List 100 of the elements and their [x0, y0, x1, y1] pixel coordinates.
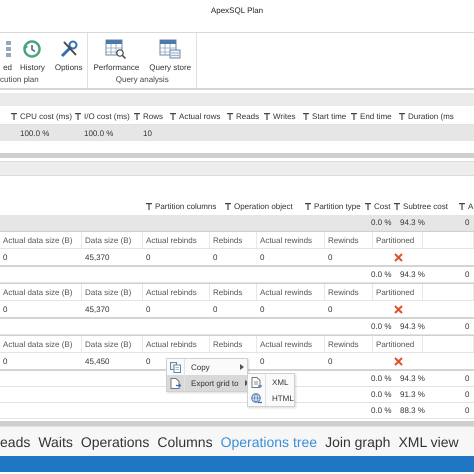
table-cell: 0	[328, 252, 332, 262]
column-header: Actual rewinds	[257, 232, 325, 248]
filter-icon	[351, 112, 357, 120]
menu-item[interactable]: HTML	[248, 390, 294, 406]
menu-item[interactable]: XML	[248, 374, 294, 390]
table-cell: 45,450	[85, 356, 110, 366]
table-cell: 0	[260, 252, 264, 262]
tab[interactable]: Operations	[80, 434, 150, 450]
column-header[interactable]: Writes	[261, 112, 300, 120]
column-header[interactable]: A	[456, 202, 474, 211]
table-cell: 0	[328, 304, 332, 314]
window-title: ApexSQL Plan	[210, 6, 264, 15]
column-header: Actual data size (B)	[0, 284, 82, 300]
ribbon-button[interactable]: Options	[52, 33, 84, 75]
filter-icon	[11, 112, 17, 120]
column-header: Actual rewinds	[257, 336, 325, 352]
menu-item[interactable]: Export grid to	[167, 375, 247, 391]
group-label: cution plan	[0, 75, 40, 84]
column-header[interactable]: Actual rows	[167, 112, 224, 120]
table-cell: 0	[146, 304, 150, 314]
filter-icon	[227, 112, 233, 120]
column-header: Actual data size (B)	[0, 232, 82, 248]
table-row[interactable]: 0.0 % 94.3 % 0	[0, 215, 474, 231]
document-arrow-icon	[170, 378, 181, 388]
tab[interactable]: Waits	[38, 434, 73, 450]
table-cell: 0	[213, 304, 218, 314]
table-row[interactable]: 0.0 % 94.3 % 0	[0, 319, 474, 335]
column-header: Partitioned	[373, 284, 423, 300]
table-cell: 0	[328, 356, 332, 366]
ribbon-button[interactable]: ed	[0, 33, 12, 75]
table-cell-text: 0.0 %	[370, 374, 391, 383]
filter-icon	[146, 203, 152, 210]
table-cell: 0	[3, 252, 8, 262]
table-cell-text: 0.0 %	[370, 218, 391, 227]
column-header[interactable]: Partition columns	[143, 202, 222, 211]
filter-icon	[134, 112, 140, 120]
column-header[interactable]: Operation object	[222, 202, 302, 211]
ribbon-button[interactable]: Query store	[147, 33, 194, 75]
copy-icon	[170, 362, 181, 372]
filter-icon	[394, 203, 400, 210]
column-header[interactable]: Subtree cost	[391, 202, 456, 211]
column-header[interactable]: Duration (ms	[396, 112, 474, 120]
table-row[interactable]: 0.0 % 94.3 % 0	[0, 267, 474, 283]
filter-icon	[303, 112, 309, 120]
tab[interactable]: eads	[0, 434, 30, 450]
filter-icon	[365, 203, 371, 210]
wrench-icon	[58, 39, 79, 59]
column-header[interactable]: CPU cost (ms)	[8, 112, 72, 120]
column-header: Data size (B)	[82, 232, 143, 248]
column-header[interactable]: Reads	[224, 112, 261, 120]
column-header: Actual data size (B)	[0, 336, 82, 352]
column-header: Rebinds	[210, 232, 257, 248]
table-cell: 0	[3, 304, 8, 314]
column-header: Rebinds	[210, 336, 257, 352]
table-row[interactable]: 100.0 % 100.0 % 10	[0, 125, 474, 141]
column-header: Rewinds	[325, 232, 373, 248]
column-header[interactable]: I/O cost (ms)	[72, 112, 131, 120]
column-header: Rewinds	[325, 284, 373, 300]
table-cell-text: 0.0 %	[370, 322, 391, 331]
grid-icon	[6, 39, 12, 59]
globe-icon	[251, 392, 262, 404]
table-cell-text: 0.0 %	[370, 390, 391, 399]
group-label: Query analysis	[114, 75, 170, 84]
ribbon-button[interactable]: History	[18, 33, 47, 75]
column-header: Actual rebinds	[143, 232, 210, 248]
column-header: Rewinds	[325, 336, 373, 352]
table-cell-text: 0.0 %	[370, 406, 391, 415]
table-cell-text: 0	[464, 406, 470, 415]
filter-icon	[459, 203, 465, 210]
column-header[interactable]: End time	[348, 112, 396, 120]
table-cell: 0	[3, 356, 8, 366]
tab[interactable]: Columns	[157, 434, 213, 450]
tab[interactable]: Join graph	[325, 434, 390, 450]
filter-icon	[170, 112, 176, 120]
ribbon-button[interactable]: Performance	[91, 33, 142, 75]
column-header: Partitioned	[373, 232, 423, 248]
table-cell: 45,370	[85, 304, 110, 314]
column-header[interactable]: Rows	[131, 112, 167, 120]
column-header[interactable]: Partition type	[302, 202, 362, 211]
column-header: Rebinds	[210, 284, 257, 300]
filter-icon	[305, 203, 311, 210]
filter-icon	[399, 112, 405, 120]
table-cell-text: 0	[464, 322, 470, 331]
column-header: Actual rewinds	[257, 284, 325, 300]
column-header[interactable]: Start time	[300, 112, 348, 120]
table-cell-text: 0	[464, 218, 470, 227]
table-search-icon	[105, 39, 128, 59]
table-cell: 0	[146, 356, 150, 366]
table-cell-text: 0	[464, 390, 470, 399]
filter-icon	[264, 112, 270, 120]
tab[interactable]: XML view	[398, 434, 459, 450]
table-cell-text: 94.3 %	[399, 270, 426, 279]
table-cell: 0	[260, 304, 264, 314]
table-cell: 0	[146, 252, 150, 262]
table-cell: 45,370	[85, 252, 110, 262]
column-header[interactable]: Cost	[362, 202, 391, 211]
column-header: Partitioned	[373, 336, 423, 352]
table-cell-text: 94.3 %	[399, 218, 426, 227]
table-cell-text: 88.3 %	[399, 406, 426, 415]
filter-icon	[75, 112, 81, 120]
